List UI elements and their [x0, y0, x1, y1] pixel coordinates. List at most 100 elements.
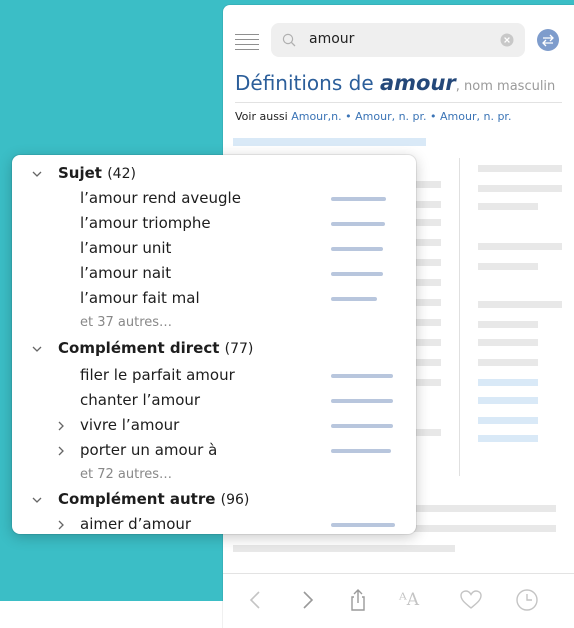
list-item[interactable]: l’amour unit	[12, 236, 416, 261]
placeholder-bar	[478, 339, 538, 346]
placeholder-bar	[413, 201, 441, 208]
frequency-bar	[331, 297, 377, 301]
frequency-bar	[331, 424, 393, 428]
menu-icon[interactable]	[235, 34, 259, 52]
placeholder-bar	[478, 263, 538, 270]
placeholder-bar	[413, 299, 441, 306]
placeholder-bar	[413, 339, 441, 346]
placeholder-bar	[233, 138, 426, 146]
clear-search-icon[interactable]	[500, 33, 514, 47]
search-input[interactable]: amour	[271, 23, 525, 57]
see-also-label: Voir aussi	[235, 110, 292, 123]
list-item[interactable]: vivre l’amour	[12, 413, 416, 438]
collocation-label: porter un amour à	[80, 441, 218, 459]
collocation-label: l’amour rend aveugle	[80, 189, 241, 207]
placeholder-bar	[413, 359, 441, 366]
back-icon[interactable]	[244, 588, 268, 612]
see-also-link[interactable]: Amour,n.	[291, 110, 341, 123]
more-link[interactable]: et 37 autres…	[12, 310, 416, 335]
group-title: Complément direct (77)	[58, 339, 254, 357]
list-item[interactable]: aimer d’amour	[12, 512, 416, 534]
list-item[interactable]: l’amour fait mal	[12, 286, 416, 311]
list-item[interactable]: l’amour rend aveugle	[12, 186, 416, 211]
placeholder-bar	[233, 545, 455, 552]
chevron-down-icon[interactable]	[32, 344, 42, 354]
placeholder-bar	[413, 525, 556, 532]
title-word: amour	[379, 71, 456, 95]
list-item[interactable]: chanter l’amour	[12, 388, 416, 413]
placeholder-bar	[478, 301, 562, 308]
swap-arrows-icon	[542, 34, 554, 47]
placeholder-bar	[413, 239, 441, 246]
group-count: (96)	[220, 492, 250, 508]
frequency-bar	[331, 449, 391, 453]
see-also-line: Voir aussi Amour,n. • Amour, n. pr. • Am…	[235, 110, 511, 123]
link-separator: •	[426, 110, 441, 123]
group-count: (42)	[107, 166, 136, 182]
column-divider	[459, 158, 460, 476]
group-header-sujet[interactable]: Sujet (42)	[12, 161, 416, 186]
collocation-label: l’amour nait	[80, 264, 172, 282]
collocation-label: l’amour unit	[80, 239, 172, 257]
see-also-link[interactable]: Amour, n. pr.	[355, 110, 426, 123]
group-count: (77)	[224, 341, 254, 357]
placeholder-bar	[478, 417, 538, 424]
group-header-complement-autre[interactable]: Complément autre (96)	[12, 487, 416, 512]
collocation-label: vivre l’amour	[80, 416, 180, 434]
list-item[interactable]: porter un amour à	[12, 438, 416, 463]
frequency-bar	[331, 399, 393, 403]
text-size-glyph: ᴬA	[399, 590, 420, 610]
share-icon[interactable]	[346, 588, 370, 612]
placeholder-bar	[478, 379, 538, 386]
placeholder-bar	[413, 219, 441, 226]
collocation-label: aimer d’amour	[80, 515, 192, 533]
forward-icon[interactable]	[295, 588, 319, 612]
placeholder-bar	[478, 397, 538, 404]
chevron-down-icon[interactable]	[32, 169, 42, 179]
frequency-bar	[331, 222, 385, 226]
frequency-bar	[331, 197, 386, 201]
history-icon[interactable]	[515, 588, 539, 612]
frequency-bar	[331, 523, 395, 527]
placeholder-bar	[413, 319, 441, 326]
more-label: et 37 autres…	[80, 315, 173, 330]
placeholder-bar	[413, 429, 441, 436]
swap-language-button[interactable]	[537, 29, 559, 51]
placeholder-bar	[478, 165, 562, 172]
group-title: Complément autre (96)	[58, 490, 250, 508]
frequency-bar	[331, 374, 393, 378]
favorite-icon[interactable]	[459, 588, 483, 612]
link-separator: •	[341, 110, 356, 123]
list-item[interactable]: l’amour nait	[12, 261, 416, 286]
title-divider	[235, 102, 562, 103]
placeholder-bar	[413, 279, 441, 286]
frequency-bar	[331, 247, 383, 251]
list-item[interactable]: filer le parfait amour	[12, 363, 416, 388]
group-title: Sujet (42)	[58, 164, 136, 182]
see-also-link[interactable]: Amour, n. pr.	[440, 110, 511, 123]
definition-title: Définitions de amour, nom masculin	[235, 71, 555, 95]
chevron-right-icon[interactable]	[56, 520, 66, 530]
placeholder-bar	[478, 435, 538, 442]
group-header-complement-direct[interactable]: Complément direct (77)	[12, 336, 416, 361]
placeholder-bar	[478, 321, 538, 328]
placeholder-bar	[413, 379, 441, 386]
collocations-popover: Sujet (42) l’amour rend aveugle l’amour …	[12, 155, 416, 534]
chevron-right-icon[interactable]	[56, 421, 66, 431]
search-icon	[282, 33, 296, 47]
collocation-label: chanter l’amour	[80, 391, 201, 409]
placeholder-bar	[478, 185, 562, 192]
frequency-bar	[331, 272, 383, 276]
chevron-down-icon[interactable]	[32, 495, 42, 505]
title-lead: Définitions de	[235, 71, 380, 95]
more-link[interactable]: et 72 autres…	[12, 462, 416, 487]
chevron-right-icon[interactable]	[56, 446, 66, 456]
search-query: amour	[309, 31, 355, 47]
list-item[interactable]: l’amour triomphe	[12, 211, 416, 236]
bottom-toolbar: ᴬA	[223, 573, 574, 628]
placeholder-bar	[478, 243, 562, 250]
placeholder-bar	[413, 181, 441, 188]
text-size-icon[interactable]: ᴬA	[399, 588, 429, 612]
placeholder-bar	[478, 359, 538, 366]
placeholder-bar	[413, 505, 556, 512]
